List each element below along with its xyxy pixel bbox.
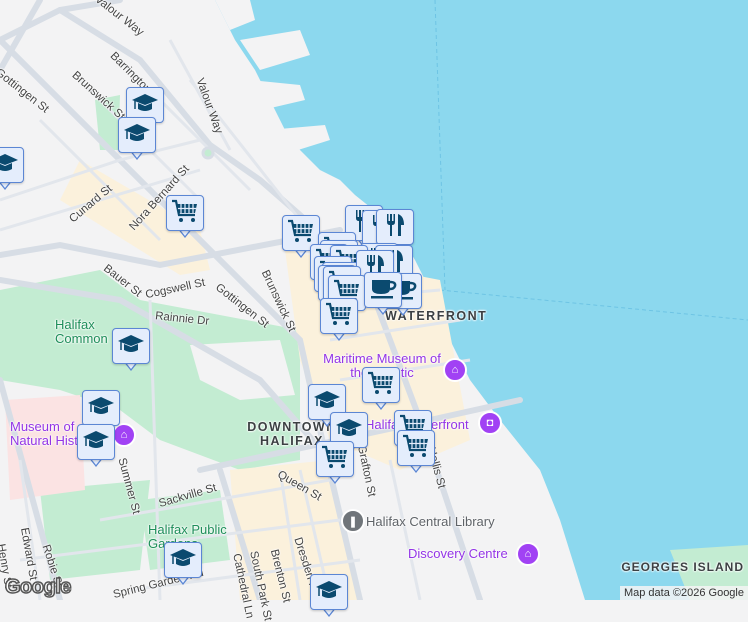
map-marker[interactable]: [316, 441, 354, 485]
map-marker[interactable]: [166, 195, 204, 239]
map-marker[interactable]: [77, 424, 115, 468]
poi-label-central-library[interactable]: Halifax Central Library: [366, 514, 495, 529]
map-marker[interactable]: [397, 430, 435, 474]
shopping-cart-icon: [171, 198, 199, 229]
marker-box[interactable]: [397, 430, 435, 466]
library-icon[interactable]: ❚: [341, 509, 365, 533]
coffee-cup-icon: [369, 276, 397, 305]
marker-box[interactable]: [320, 298, 358, 334]
camera-icon[interactable]: ◘: [478, 411, 502, 435]
graduation-cap-icon: [123, 122, 151, 149]
marker-box[interactable]: [362, 367, 400, 403]
graduation-cap-icon: [82, 429, 110, 456]
museum-icon[interactable]: ⌂: [516, 542, 540, 566]
marker-box[interactable]: [376, 209, 414, 245]
map-attribution[interactable]: Map data ©2026 Google: [619, 586, 748, 600]
marker-box[interactable]: [166, 195, 204, 231]
shopping-cart-icon: [321, 444, 349, 475]
shopping-cart-icon: [367, 370, 395, 401]
marker-box[interactable]: [0, 147, 24, 183]
graduation-cap-icon: [169, 547, 197, 574]
graduation-cap-icon: [0, 152, 19, 179]
poi-label-discovery-centre[interactable]: Discovery Centre: [408, 546, 508, 561]
map-marker[interactable]: [112, 328, 150, 372]
marker-box[interactable]: [364, 272, 402, 308]
map-marker[interactable]: [118, 117, 156, 161]
graduation-cap-icon: [315, 579, 343, 606]
map-marker[interactable]: [0, 147, 24, 191]
map-marker[interactable]: [320, 298, 358, 342]
graduation-cap-icon: [87, 395, 115, 422]
roundabout: [201, 146, 215, 160]
marker-box[interactable]: [164, 542, 202, 578]
marker-box[interactable]: [82, 390, 120, 426]
marker-box[interactable]: [118, 117, 156, 153]
marker-box[interactable]: [112, 328, 150, 364]
graduation-cap-icon: [335, 417, 363, 444]
map-marker[interactable]: [362, 367, 400, 411]
graduation-cap-icon: [117, 333, 145, 360]
marker-box[interactable]: [77, 424, 115, 460]
map-marker[interactable]: [164, 542, 202, 586]
google-logo[interactable]: Google: [4, 575, 72, 599]
marker-box[interactable]: [316, 441, 354, 477]
island-label-georges: GEORGES ISLAND: [621, 560, 744, 574]
graduation-cap-icon: [131, 92, 159, 119]
map-marker[interactable]: [364, 272, 402, 316]
museum-icon[interactable]: ⌂: [443, 358, 467, 382]
shopping-cart-icon: [402, 433, 430, 464]
restaurant-icon: [383, 212, 407, 243]
marker-box[interactable]: [310, 574, 348, 610]
shopping-cart-icon: [325, 301, 353, 332]
map-marker[interactable]: [310, 574, 348, 618]
